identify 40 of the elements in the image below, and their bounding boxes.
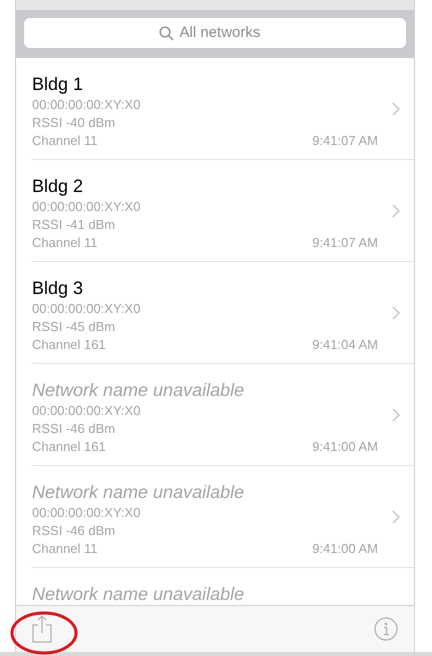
signal-strength: RSSI -41 dBm [32,216,116,234]
highlight-ellipse [10,610,78,656]
channel-label: Channel 161 [32,438,106,456]
signal-strength: RSSI -40 dBm [32,114,116,132]
chevron-icon [392,510,400,524]
search-input[interactable]: All networks [180,22,272,44]
chevron-icon [392,306,400,320]
network-name: Bldg 3 [32,277,84,300]
search-field[interactable]: All networks [24,18,406,48]
timestamp: 9:41:00 AM [312,540,378,558]
signal-strength: RSSI -46 dBm [32,420,116,438]
network-row[interactable]: Bldg 2 00:00:00:00:XY:X0 RSSI -41 dBm Channel 11 9:41:07 AM [32,160,414,262]
chevron-icon [392,408,400,422]
share-icon[interactable] [32,615,52,643]
mac-address: 00:00:00:00:XY:X0 [32,504,140,522]
chevron-icon [392,204,400,218]
network-row[interactable]: Bldg 1 00:00:00:00:XY:X0 RSSI -40 dBm Channel 11 9:41:07 AM [32,58,414,160]
timestamp: 9:41:00 AM [312,438,378,456]
chevron-icon [392,102,400,116]
mac-address: 00:00:00:00:XY:X0 [32,300,140,318]
channel-label: Channel 11 [32,540,98,558]
search-icon [158,26,174,40]
info-icon[interactable] [374,617,398,641]
mac-address: 00:00:00:00:XY:X0 [32,402,140,420]
network-name: Bldg 2 [32,175,84,198]
signal-strength: RSSI -46 dBm [32,522,116,540]
network-row[interactable]: Bldg 3 00:00:00:00:XY:X0 RSSI -45 dBm Channel 161 9:41:04 AM [32,262,414,364]
network-name: Network name unavailable [32,481,246,504]
signal-strength: RSSI -45 dBm [32,318,116,336]
channel-label: Channel 11 [32,234,98,252]
channel-label: Channel 161 [32,336,106,354]
timestamp: 9:41:07 AM [312,132,378,150]
timestamp: 9:41:04 AM [312,336,378,354]
mac-address: 00:00:00:00:XY:X0 [32,198,140,216]
timestamp: 9:41:07 AM [312,234,378,252]
channel-label: Channel 11 [32,132,98,150]
mac-address: 00:00:00:00:XY:X0 [32,96,140,114]
network-name: Network name unavailable [32,379,246,402]
network-name: Bldg 1 [32,73,84,96]
network-name: Network name unavailable [32,583,246,605]
